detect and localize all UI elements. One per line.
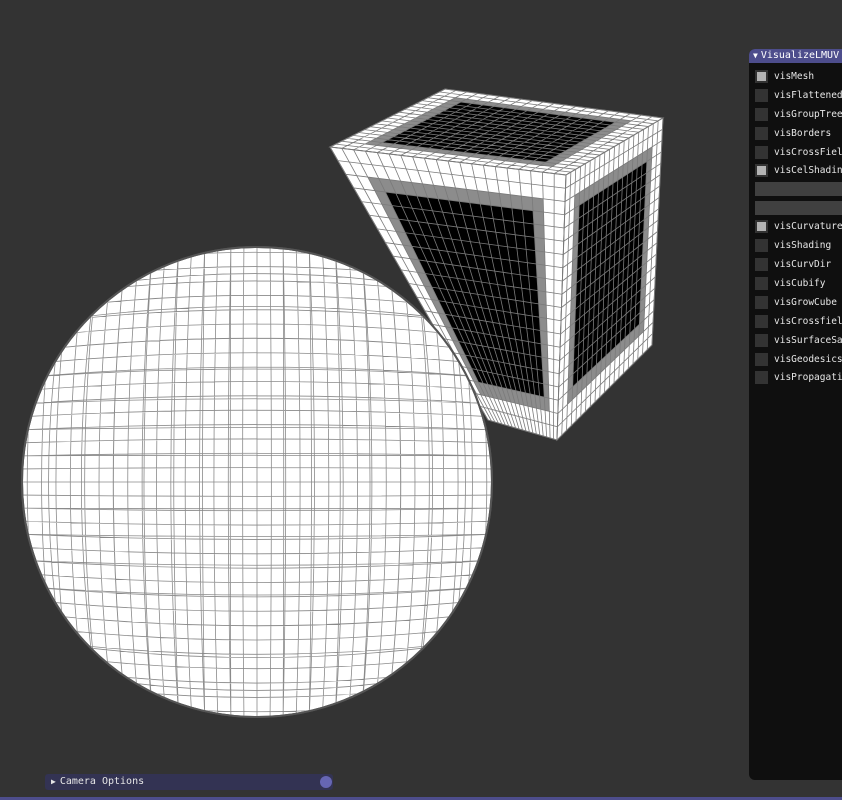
visualize-panel[interactable]: ▼ VisualizeLMUV visMesh visFlattened visG… <box>749 49 842 780</box>
checkbox[interactable] <box>755 334 768 347</box>
toggle-label: visBorders <box>774 128 832 139</box>
checkbox[interactable] <box>755 258 768 271</box>
checkbox[interactable] <box>755 127 768 140</box>
toggle-label: visFlattened <box>774 90 842 101</box>
toggle-label: visGroupTree <box>774 109 842 120</box>
camera-options-label: Camera Options <box>59 776 145 787</box>
toggle-label: visGeodesics <box>774 354 842 365</box>
toggle-viscurvdir[interactable]: visCurvDir <box>755 258 831 272</box>
toggle-label: visCurvDir <box>774 259 832 270</box>
toggle-vismesh[interactable]: visMesh <box>755 70 814 84</box>
checkbox[interactable] <box>755 277 768 290</box>
collapse-triangle-icon[interactable]: ▼ <box>753 49 758 63</box>
toggle-viscubify[interactable]: visCubify <box>755 277 825 291</box>
toggle-label: visCrossfiel <box>774 316 842 327</box>
checkbox[interactable] <box>755 296 768 309</box>
toggle-label: visPropagati <box>774 372 842 383</box>
toggle-visborders[interactable]: visBorders <box>755 127 831 141</box>
toggle-vispropagation[interactable]: visPropagati <box>755 371 842 385</box>
toggle-viscrossfield2[interactable]: visCrossfiel <box>755 315 842 329</box>
panel-title-bar[interactable]: ▼ VisualizeLMUV <box>749 49 842 63</box>
toggle-label: visSurfaceSa <box>774 335 842 346</box>
toggle-visgrowcube[interactable]: visGrowCube <box>755 296 837 310</box>
checkbox[interactable] <box>755 164 768 177</box>
toggle-visflattened[interactable]: visFlattened <box>755 89 842 103</box>
checkbox[interactable] <box>755 146 768 159</box>
checkbox[interactable] <box>755 239 768 252</box>
scene-canvas <box>21 88 665 718</box>
camera-options-window[interactable]: ▶ Camera Options <box>45 774 333 790</box>
checkbox[interactable] <box>755 70 768 83</box>
checkbox[interactable] <box>755 89 768 102</box>
toggle-vissurfacesa[interactable]: visSurfaceSa <box>755 334 842 348</box>
toggle-viscrossfield[interactable]: visCrossFiel <box>755 146 842 160</box>
3d-viewport[interactable] <box>0 0 842 800</box>
slider-1[interactable] <box>755 182 842 196</box>
checkbox[interactable] <box>755 108 768 121</box>
toggle-label: visCurvature <box>774 221 842 232</box>
toggle-label: visGrowCube <box>774 297 837 308</box>
toggle-viscurvature[interactable]: visCurvature <box>755 220 842 234</box>
checkbox[interactable] <box>755 315 768 328</box>
checkbox[interactable] <box>755 371 768 384</box>
toggle-label: visMesh <box>774 71 815 82</box>
expand-triangle-icon[interactable]: ▶ <box>51 777 56 786</box>
slider-2[interactable] <box>755 201 842 215</box>
toggle-visgrouptree[interactable]: visGroupTree <box>755 108 842 122</box>
toggle-label: visCrossFiel <box>774 147 842 158</box>
toggle-viscelshading[interactable]: visCelShadin <box>755 164 842 178</box>
toggle-visshading[interactable]: visShading <box>755 239 831 253</box>
checkbox[interactable] <box>755 220 768 233</box>
checkbox[interactable] <box>755 353 768 366</box>
panel-title: VisualizeLMUV <box>760 50 840 61</box>
resize-grip-icon[interactable] <box>320 776 332 788</box>
toggle-label: visShading <box>774 240 832 251</box>
toggle-visgeodesics[interactable]: visGeodesics <box>755 353 842 367</box>
toggle-label: visCelShadin <box>774 165 842 176</box>
toggle-label: visCubify <box>774 278 826 289</box>
